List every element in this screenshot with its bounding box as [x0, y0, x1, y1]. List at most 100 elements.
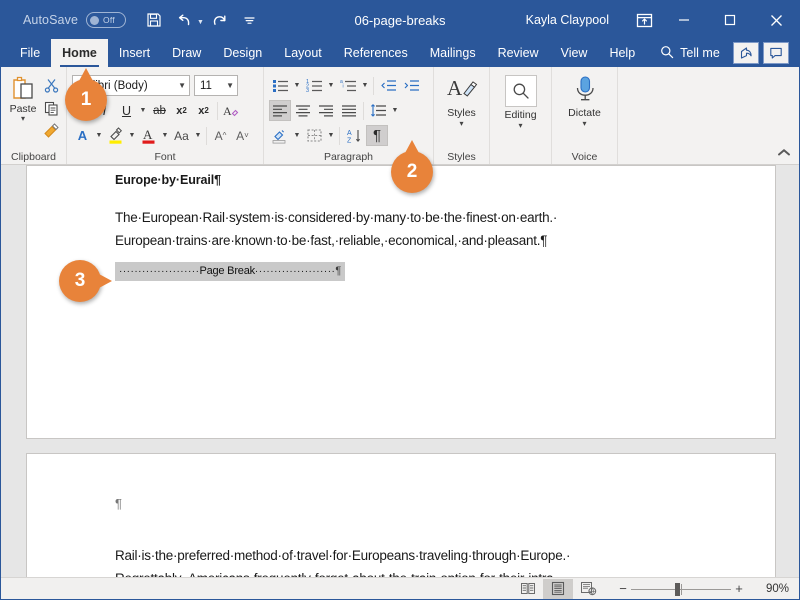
- tab-insert[interactable]: Insert: [108, 39, 161, 67]
- numbering-icon[interactable]: 123: [303, 75, 325, 96]
- ribbon-group-styles: A Styles ▾ Styles: [434, 67, 490, 164]
- format-painter-icon[interactable]: [41, 121, 61, 141]
- zoom-slider[interactable]: [631, 582, 731, 596]
- tab-layout[interactable]: Layout: [273, 39, 333, 67]
- line-spacing-icon[interactable]: [367, 100, 389, 121]
- status-bar: − + 90%: [1, 577, 799, 599]
- ribbon-group-voice: Dictate ▾ Voice: [552, 67, 618, 164]
- maximize-button[interactable]: [707, 1, 753, 39]
- styles-button[interactable]: A Styles ▾: [439, 72, 484, 128]
- undo-icon[interactable]: [170, 7, 198, 33]
- divider: [373, 76, 374, 95]
- multilevel-list-icon[interactable]: ai: [337, 75, 359, 96]
- show-formatting-marks-button[interactable]: ¶: [366, 125, 388, 146]
- tell-me-box[interactable]: Tell me: [646, 39, 730, 67]
- cut-icon[interactable]: [41, 75, 61, 95]
- align-center-button[interactable]: [292, 100, 314, 121]
- styles-dropdown-caret[interactable]: ▾: [459, 119, 463, 128]
- paste-button[interactable]: Paste ▾: [6, 72, 40, 123]
- callout-badge-2: 2: [391, 140, 433, 193]
- align-left-button[interactable]: [269, 100, 291, 121]
- zoom-percent-label[interactable]: 90%: [755, 583, 789, 595]
- editing-button[interactable]: Editing ▾: [495, 72, 546, 130]
- comments-icon[interactable]: [763, 42, 789, 64]
- decrease-indent-icon[interactable]: [377, 75, 399, 96]
- bullets-icon[interactable]: [269, 75, 291, 96]
- subscript-button[interactable]: x2: [171, 100, 192, 121]
- numbering-dropdown-caret[interactable]: ▼: [326, 82, 336, 89]
- document-page-1[interactable]: Europe·by·Eurail¶ The·European·Rail·syst…: [26, 165, 776, 439]
- redo-icon[interactable]: [206, 7, 234, 33]
- increase-indent-icon[interactable]: [400, 75, 422, 96]
- divider: [339, 126, 340, 145]
- save-icon[interactable]: [140, 7, 168, 33]
- collapse-ribbon-icon[interactable]: [777, 148, 791, 160]
- svg-text:A: A: [143, 127, 153, 142]
- editing-dropdown-caret[interactable]: ▾: [518, 121, 522, 130]
- underline-dropdown-caret[interactable]: ▼: [138, 107, 148, 114]
- text-effects-icon[interactable]: A: [72, 125, 93, 146]
- font-size-combo[interactable]: 11 ▼: [194, 75, 238, 96]
- paragraph-group-body: ▼ 123 ▼ ai ▼ ▼ ▼ ▼ A Z ¶: [264, 70, 433, 149]
- sort-icon[interactable]: AZ: [343, 125, 365, 146]
- underline-button[interactable]: U: [116, 100, 137, 121]
- tab-file[interactable]: File: [9, 39, 51, 67]
- font-color-icon[interactable]: A: [138, 125, 159, 146]
- tab-home[interactable]: Home: [51, 39, 108, 67]
- tab-references[interactable]: References: [333, 39, 419, 67]
- page-break-marker[interactable]: ·····················Page Break·········…: [115, 262, 346, 281]
- callout-badge-3: 3: [59, 260, 112, 302]
- multilevel-dropdown-caret[interactable]: ▼: [360, 82, 370, 89]
- minimize-button[interactable]: [661, 1, 707, 39]
- borders-dropdown-caret[interactable]: ▼: [326, 132, 336, 139]
- web-layout-button[interactable]: [573, 579, 603, 599]
- tab-mailings[interactable]: Mailings: [419, 39, 487, 67]
- tab-draw[interactable]: Draw: [161, 39, 212, 67]
- read-mode-button[interactable]: [513, 579, 543, 599]
- strikethrough-button[interactable]: ab: [149, 100, 170, 121]
- shading-icon[interactable]: [269, 125, 291, 146]
- shading-dropdown-caret[interactable]: ▼: [292, 132, 302, 139]
- tab-help[interactable]: Help: [598, 39, 646, 67]
- ribbon-display-options-icon[interactable]: [627, 1, 661, 39]
- superscript-button[interactable]: x2: [193, 100, 214, 121]
- close-button[interactable]: [753, 1, 799, 39]
- clear-formatting-icon[interactable]: A: [221, 100, 242, 121]
- copy-icon[interactable]: [41, 98, 61, 118]
- grow-font-button[interactable]: A ^: [210, 125, 231, 146]
- line-spacing-dropdown-caret[interactable]: ▼: [390, 107, 400, 114]
- bullets-dropdown-caret[interactable]: ▼: [292, 82, 302, 89]
- text-effects-dropdown-caret[interactable]: ▼: [94, 132, 104, 139]
- align-right-button[interactable]: [315, 100, 337, 121]
- quick-access-toolbar: ▼: [140, 7, 264, 33]
- tab-view[interactable]: View: [550, 39, 599, 67]
- document-area[interactable]: Europe·by·Eurail¶ The·European·Rail·syst…: [1, 165, 799, 577]
- print-layout-button[interactable]: [543, 578, 573, 599]
- zoom-slider-thumb[interactable]: [675, 582, 680, 596]
- justify-button[interactable]: [338, 100, 360, 121]
- text-highlight-color-icon[interactable]: [105, 125, 126, 146]
- undo-dropdown-caret[interactable]: ▼: [197, 19, 204, 26]
- zoom-in-button[interactable]: +: [731, 581, 747, 596]
- change-case-dropdown-caret[interactable]: ▼: [193, 132, 203, 139]
- svg-text:Z: Z: [347, 137, 352, 144]
- autosave-label: AutoSave: [23, 13, 79, 27]
- ribbon: Paste ▾ Clipboard Calibri (Body) ▼ 11 ▼ …: [1, 67, 799, 165]
- paragraph-rows: ▼ 123 ▼ ai ▼ ▼ ▼ ▼ A Z ¶: [269, 72, 428, 147]
- share-icon[interactable]: [733, 42, 759, 64]
- document-page-2[interactable]: ¶ Rail·is·the·preferred·method·of·travel…: [26, 453, 776, 577]
- paste-dropdown-caret[interactable]: ▾: [21, 115, 25, 123]
- borders-icon[interactable]: [303, 125, 325, 146]
- change-case-button[interactable]: Aa: [171, 125, 192, 146]
- dictate-dropdown-caret[interactable]: ▾: [582, 119, 586, 128]
- dictate-button[interactable]: Dictate ▾: [557, 72, 612, 128]
- zoom-out-button[interactable]: −: [615, 581, 631, 596]
- account-name[interactable]: Kayla Claypool: [526, 13, 609, 27]
- shrink-font-button[interactable]: A ˅: [232, 125, 253, 146]
- font-color-dropdown-caret[interactable]: ▼: [160, 132, 170, 139]
- tab-design[interactable]: Design: [212, 39, 273, 67]
- highlight-dropdown-caret[interactable]: ▼: [127, 132, 137, 139]
- tab-review[interactable]: Review: [487, 39, 550, 67]
- customize-qat-icon[interactable]: [236, 7, 264, 33]
- autosave-toggle[interactable]: Off: [86, 12, 127, 28]
